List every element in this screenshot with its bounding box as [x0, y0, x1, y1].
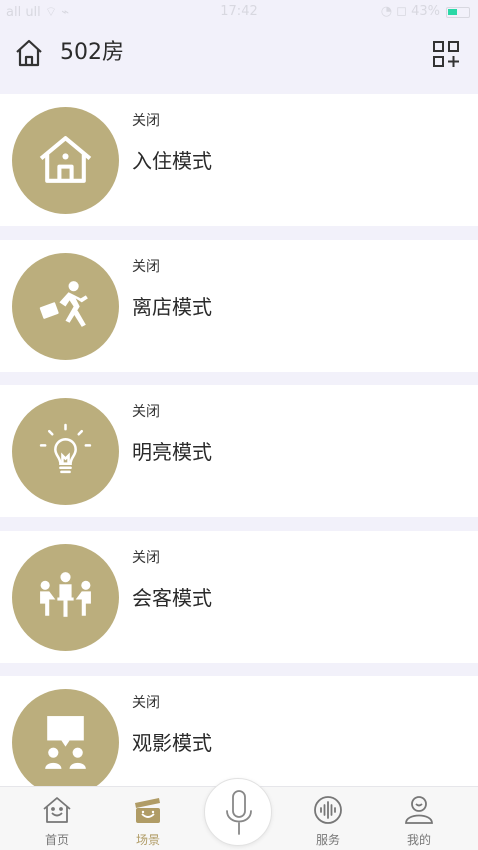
home-smile-icon [43, 797, 71, 823]
scene-name: 离店模式 [132, 294, 212, 319]
status-bar: all ull ⌔ ⌁ 17:42 ◔ ◻ 43% [0, 0, 478, 24]
scene-card-meeting[interactable]: 关闭 会客模式 [0, 530, 478, 663]
header: 502房 [0, 24, 478, 94]
scene-icon-circle [12, 398, 119, 505]
status-right: ◔ ◻ 43% [380, 4, 440, 19]
microphone-icon [226, 790, 252, 835]
presentation-icon [45, 716, 86, 769]
meeting-icon [40, 571, 91, 617]
running-person-icon [39, 280, 88, 327]
scene-state: 关闭 [132, 549, 160, 566]
house-icon [39, 136, 92, 183]
voice-button[interactable] [204, 778, 272, 846]
scene-name: 入住模式 [132, 149, 212, 173]
light-bulb-icon [39, 423, 92, 474]
scene-state: 关闭 [132, 258, 160, 275]
scene-state: 关闭 [132, 404, 160, 420]
scene-icon-circle [12, 252, 119, 360]
scene-state: 关闭 [132, 113, 160, 129]
clapperboard-icon [135, 798, 160, 823]
tab-home[interactable]: 首页 [17, 787, 97, 850]
battery-icon [446, 7, 470, 18]
scene-list: 关闭 入住模式 关闭 离店模式 关闭 明亮模式 关闭 会客模式 关闭 观影模式 [0, 94, 478, 822]
scene-icon-circle [12, 689, 119, 796]
scene-icon-circle [12, 107, 119, 214]
user-icon [405, 796, 433, 824]
tab-label: 我的 [406, 833, 431, 847]
tab-label: 服务 [315, 833, 340, 847]
scene-card-checkin[interactable]: 关闭 入住模式 [0, 94, 478, 226]
tab-mine[interactable]: 我的 [379, 787, 459, 850]
tab-scenes[interactable]: 场景 [108, 787, 188, 850]
scene-card-checkout[interactable]: 关闭 离店模式 [0, 239, 478, 372]
tab-services[interactable]: 服务 [288, 787, 368, 850]
tab-label: 首页 [44, 833, 69, 847]
tab-label: 场景 [135, 833, 160, 847]
scene-name: 会客模式 [132, 585, 212, 610]
home-icon[interactable] [14, 38, 44, 68]
grid-add-icon[interactable] [432, 40, 460, 68]
scene-icon-circle [12, 543, 119, 651]
voice-wave-icon [314, 796, 342, 824]
scene-state: 关闭 [132, 695, 160, 711]
scene-name: 观影模式 [132, 731, 212, 755]
scene-name: 明亮模式 [132, 440, 212, 464]
scene-card-bright[interactable]: 关闭 明亮模式 [0, 385, 478, 517]
room-title: 502房 [60, 40, 124, 65]
